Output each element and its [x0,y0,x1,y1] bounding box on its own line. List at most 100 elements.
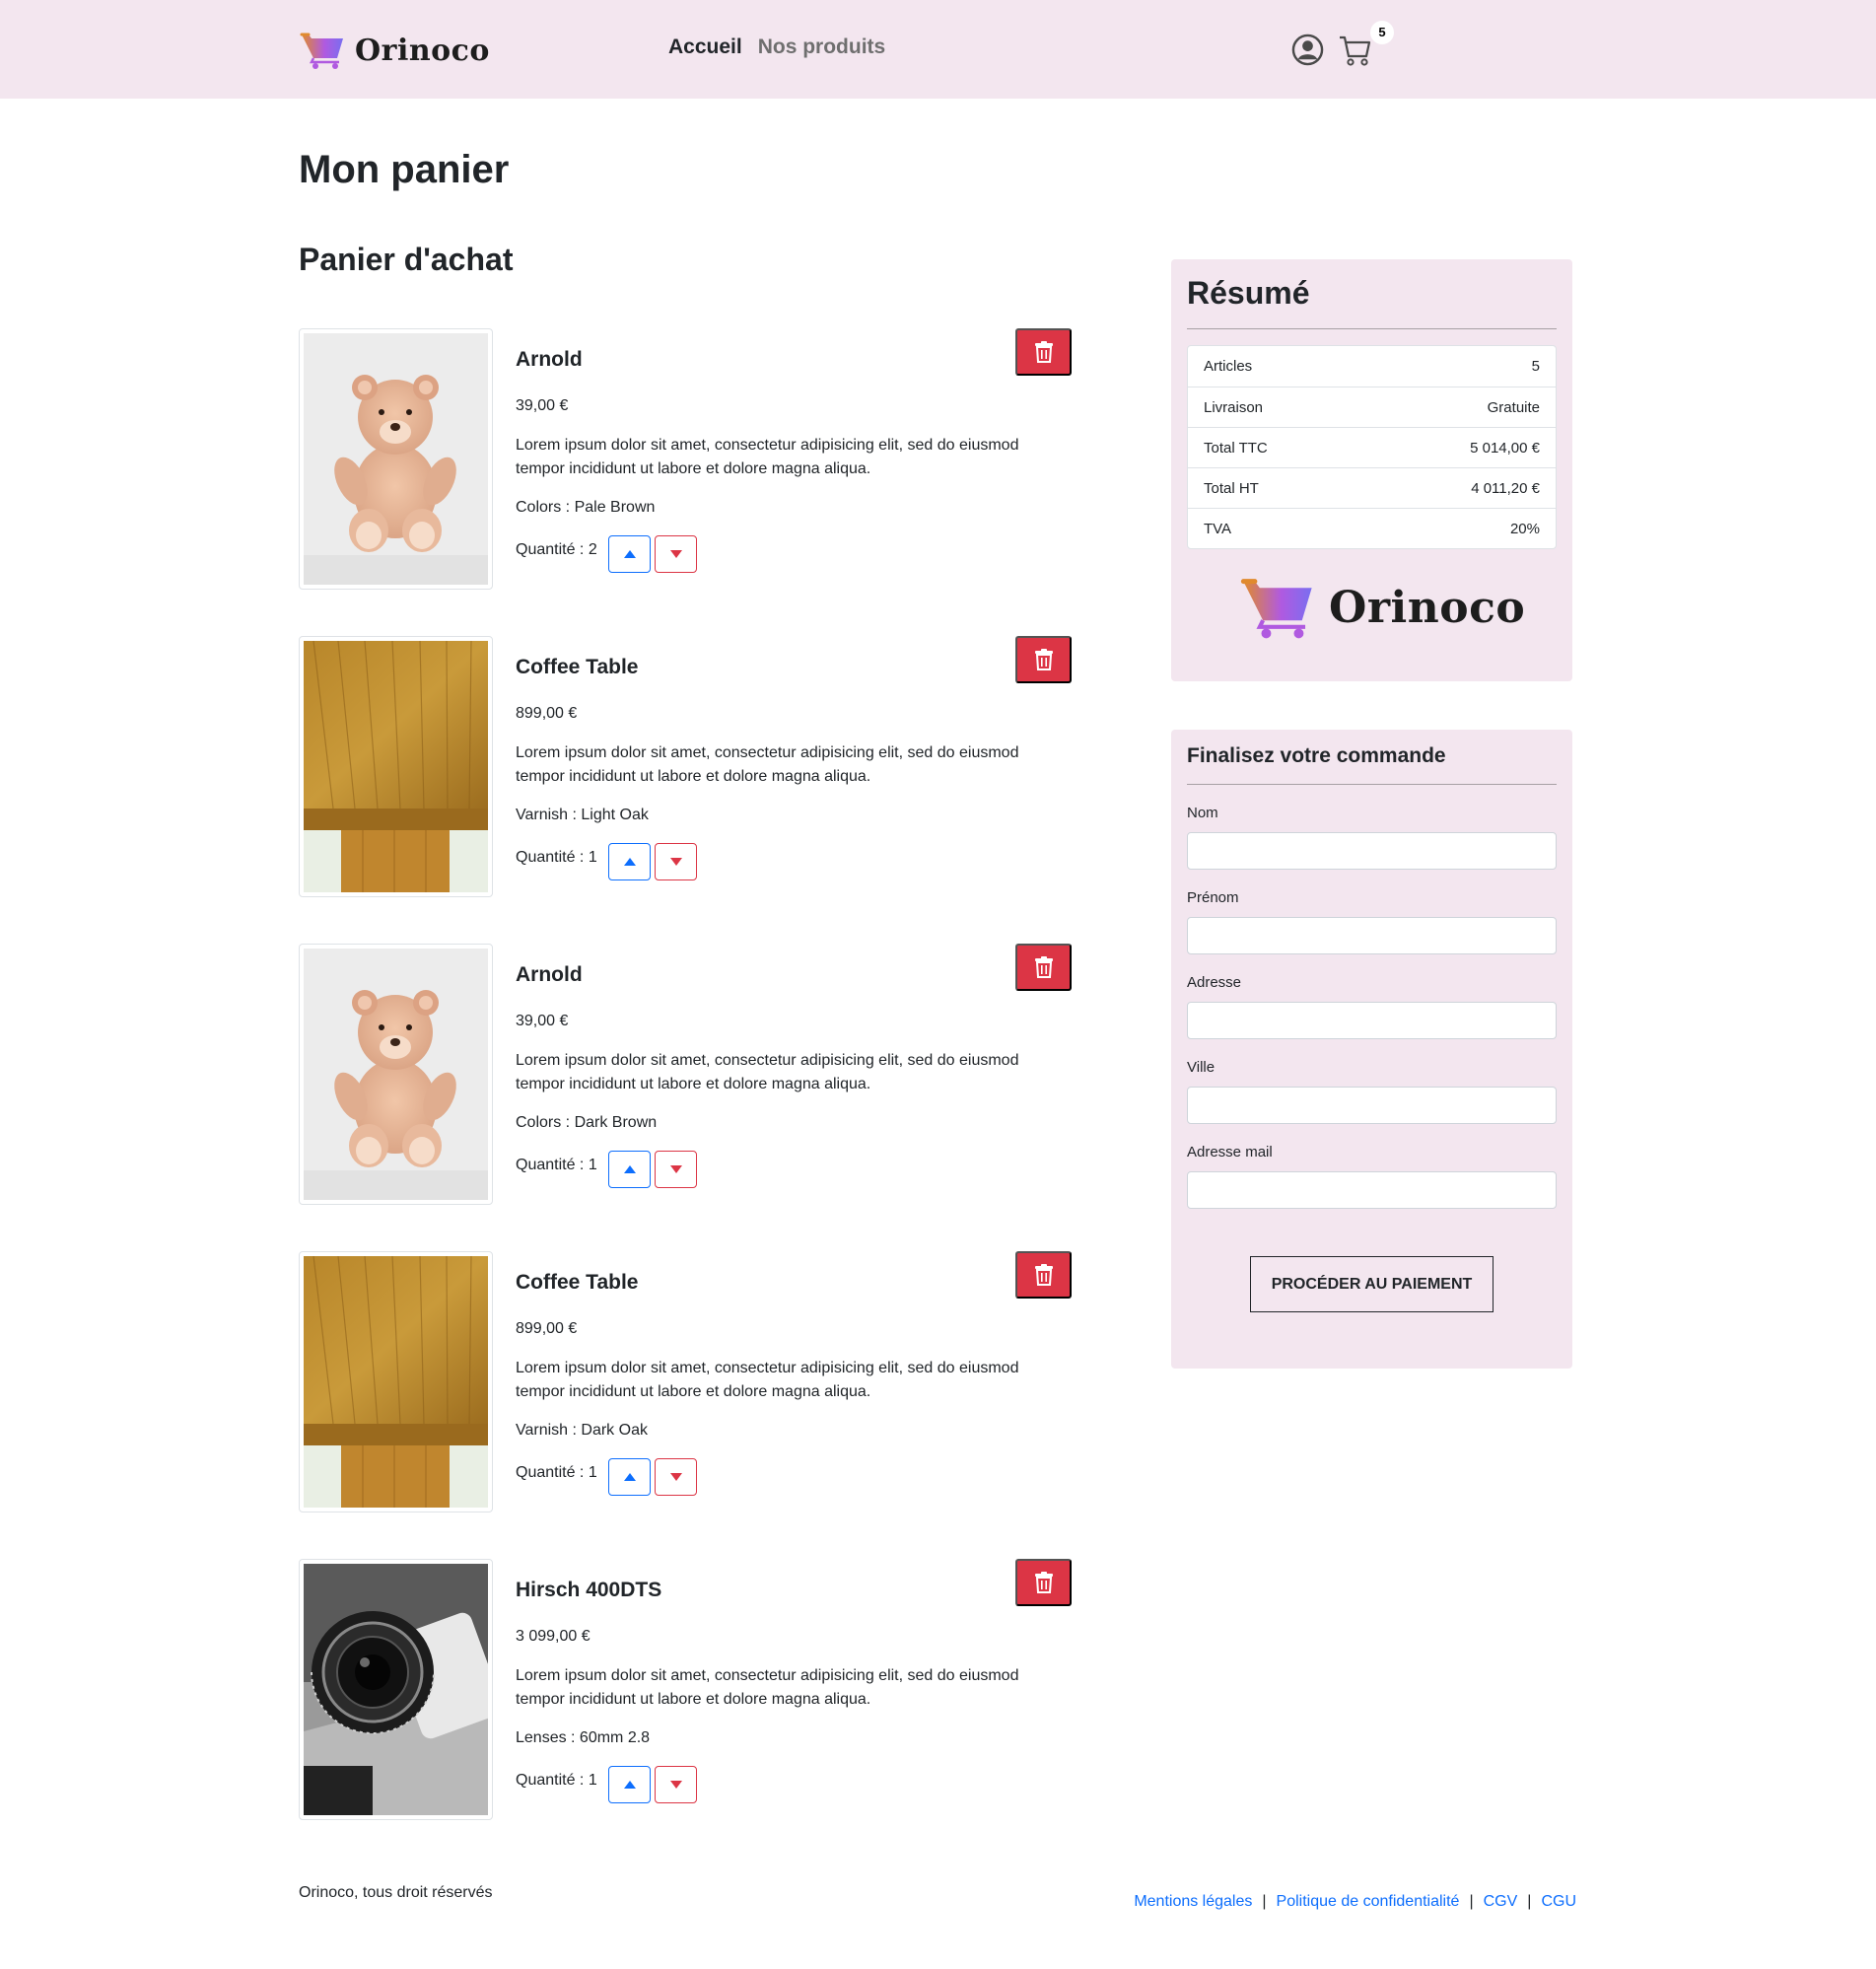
footer-links: Mentions légales | Politique de confiden… [1134,1893,1576,1911]
product-description: Lorem ipsum dolor sit amet, consectetur … [516,1667,1019,1708]
summary-label: Total HT [1204,479,1259,497]
summary-label: TVA [1204,520,1232,537]
product-name: Hirsch 400DTS [516,1579,662,1601]
proceed-to-payment-button[interactable]: PROCÉDER AU PAIEMENT [1250,1256,1494,1312]
summary-label: Livraison [1204,398,1264,416]
footer-copyright: Orinoco, tous droit réservés [299,1884,493,1901]
product-price: 39,00 € [516,397,569,414]
product-image-teddy-bear [299,944,493,1205]
cart-item: Arnold 39,00 € Lorem ipsum dolor sit ame… [299,328,1072,590]
adresse-field[interactable] [1187,1002,1557,1039]
summary-value: 5 014,00 € [1470,439,1540,457]
product-image-coffee-table [299,1251,493,1512]
nom-label: Nom [1187,805,1218,821]
product-option: Varnish : Light Oak [516,807,649,823]
prenom-label: Prénom [1187,889,1239,906]
product-price: 3 099,00 € [516,1628,591,1645]
quantity-decrease-button[interactable] [655,535,697,573]
quantity-increase-button[interactable] [608,1151,651,1188]
cart-item: Coffee Table 899,00 € Lorem ipsum dolor … [299,1251,1072,1512]
trash-icon [1034,956,1053,978]
remove-item-button[interactable] [1015,636,1072,683]
order-form: Finalisez votre commande Nom Prénom Adre… [1171,730,1572,1369]
remove-item-button[interactable] [1015,944,1072,991]
quantity-decrease-button[interactable] [655,1458,697,1496]
summary-panel: Résumé Articles 5 Livraison Gratuite Tot… [1171,259,1572,681]
footer-link-cgv[interactable]: CGV [1484,1893,1518,1911]
remove-item-button[interactable] [1015,1559,1072,1606]
caret-up-icon [623,858,636,866]
summary-row-total-ttc: Total TTC 5 014,00 € [1188,427,1556,467]
product-description: Lorem ipsum dolor sit amet, consectetur … [516,437,1019,477]
footer-separator: | [1469,1893,1474,1910]
product-description: Lorem ipsum dolor sit amet, consectetur … [516,1052,1019,1092]
nav-link-accueil[interactable]: Accueil [668,35,742,59]
caret-down-icon [669,1473,682,1481]
product-option: Lenses : 60mm 2.8 [516,1729,651,1746]
summary-label: Total TTC [1204,439,1268,457]
product-quantity: Quantité : 1 [516,849,597,866]
summary-row-articles: Articles 5 [1188,346,1556,387]
nav-link-nos-produits[interactable]: Nos produits [758,35,886,59]
product-option: Colors : Pale Brown [516,499,656,516]
brand-logo[interactable]: Orinoco [300,28,490,73]
product-price: 899,00 € [516,1320,578,1337]
product-name: Arnold [516,348,583,371]
page-title: Mon panier [299,148,510,191]
quantity-increase-button[interactable] [608,535,651,573]
summary-label: Articles [1204,358,1253,375]
product-name: Arnold [516,963,583,986]
cart-logo-icon [1240,579,1312,639]
nom-field[interactable] [1187,832,1557,870]
ville-field[interactable] [1187,1087,1557,1124]
email-label: Adresse mail [1187,1144,1273,1160]
product-quantity: Quantité : 1 [516,1772,597,1789]
product-name: Coffee Table [516,656,639,678]
cart-item: Coffee Table 899,00 € Lorem ipsum dolor … [299,636,1072,897]
caret-up-icon [623,1781,636,1789]
caret-up-icon [623,1165,636,1173]
remove-item-button[interactable] [1015,328,1072,376]
cart-icon[interactable] [1338,34,1371,67]
summary-row-tva: TVA 20% [1188,508,1556,548]
quantity-decrease-button[interactable] [655,1766,697,1803]
section-title: Panier d'achat [299,242,514,277]
brand-name: Orinoco [1329,582,1526,633]
cart-count-badge: 5 [1370,21,1394,44]
footer-link-politique-confidentialite[interactable]: Politique de confidentialité [1277,1893,1460,1911]
email-field[interactable] [1187,1171,1557,1209]
site-header: Orinoco Accueil Nos produits 5 [0,0,1876,99]
product-quantity: Quantité : 1 [516,1157,597,1173]
user-account-icon[interactable] [1291,34,1324,66]
caret-down-icon [669,1781,682,1789]
product-description: Lorem ipsum dolor sit amet, consectetur … [516,1360,1019,1400]
quantity-increase-button[interactable] [608,1458,651,1496]
product-image-coffee-table [299,636,493,897]
quantity-decrease-button[interactable] [655,1151,697,1188]
summary-title: Résumé [1187,275,1310,311]
cart-item: Arnold 39,00 € Lorem ipsum dolor sit ame… [299,944,1072,1205]
footer-link-mentions-legales[interactable]: Mentions légales [1134,1893,1252,1911]
product-option: Varnish : Dark Oak [516,1422,648,1439]
caret-down-icon [669,550,682,558]
caret-up-icon [623,550,636,558]
product-option: Colors : Dark Brown [516,1114,658,1131]
order-form-title: Finalisez votre commande [1187,744,1446,767]
summary-row-livraison: Livraison Gratuite [1188,387,1556,427]
product-quantity: Quantité : 1 [516,1464,597,1481]
divider [1187,328,1557,329]
summary-value: 20% [1509,520,1540,537]
summary-value: Gratuite [1487,398,1540,416]
caret-up-icon [623,1473,636,1481]
summary-value: 5 [1531,358,1540,375]
quantity-increase-button[interactable] [608,843,651,880]
remove-item-button[interactable] [1015,1251,1072,1299]
product-price: 899,00 € [516,705,578,722]
footer-link-cgu[interactable]: CGU [1541,1893,1576,1911]
trash-icon [1034,649,1053,670]
quantity-decrease-button[interactable] [655,843,697,880]
quantity-increase-button[interactable] [608,1766,651,1803]
divider [1187,784,1557,785]
prenom-field[interactable] [1187,917,1557,954]
product-description: Lorem ipsum dolor sit amet, consectetur … [516,744,1019,785]
